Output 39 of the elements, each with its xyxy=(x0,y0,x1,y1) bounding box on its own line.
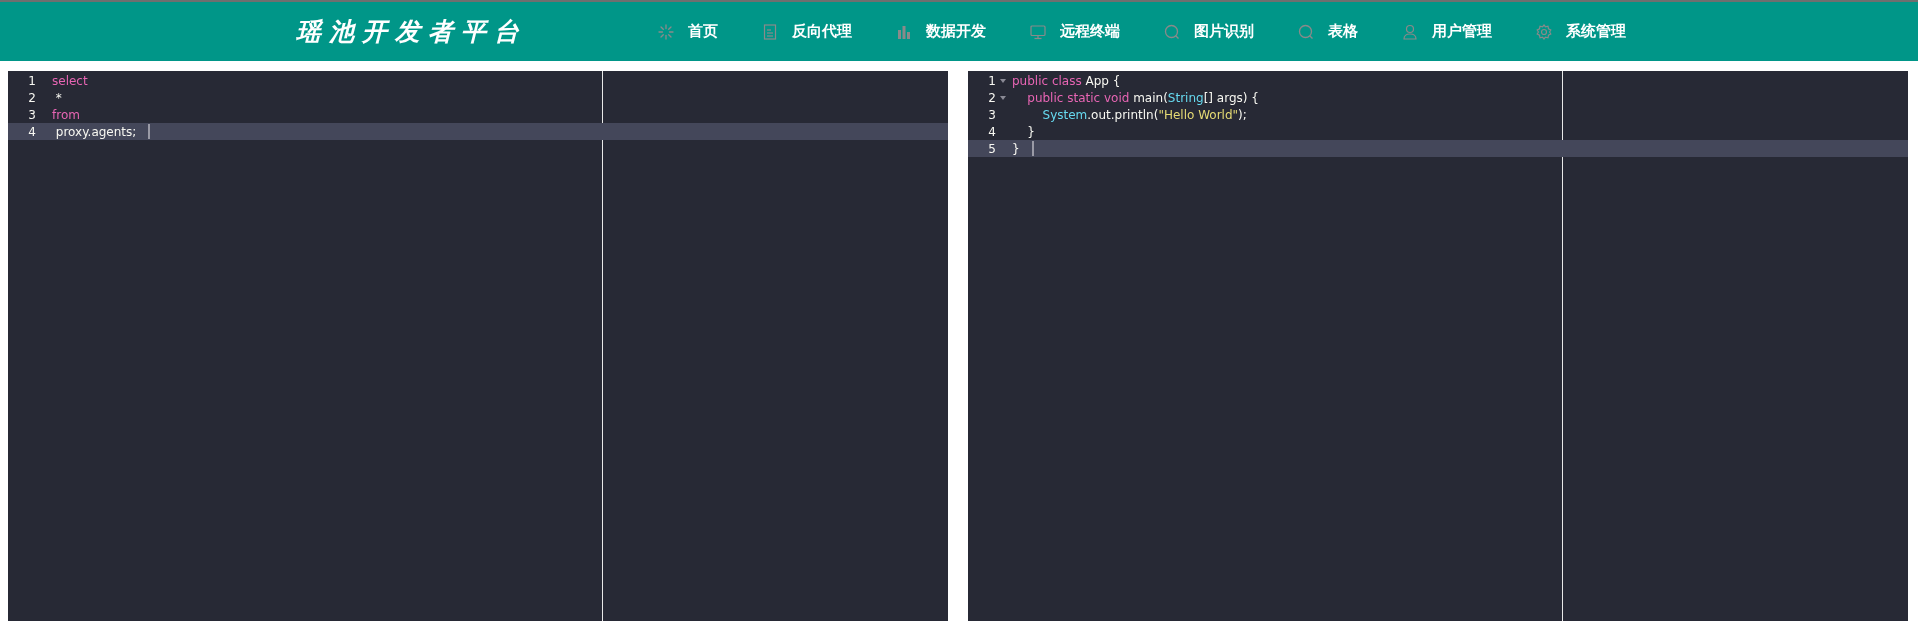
monitor-icon xyxy=(1030,23,1046,40)
site-title: 瑶池开发者平台 xyxy=(296,16,528,48)
code-editor[interactable]: 1 select 2 * 3 from 4 proxy.agents; xyxy=(8,71,948,621)
nav-link[interactable]: 表格 xyxy=(1298,22,1358,41)
line-number: 5 xyxy=(988,141,996,156)
code-line: System.out.println("Hello World"); xyxy=(1041,107,1247,122)
nav-link[interactable]: 用户管理 xyxy=(1402,22,1492,41)
code-line: public class App { xyxy=(1012,73,1121,88)
line-number: 1 xyxy=(988,73,996,88)
nav-link[interactable]: 反向代理 xyxy=(762,22,852,41)
line-number: 3 xyxy=(28,107,36,122)
code-editor[interactable]: 1 public class App { 2 public static void main(String[] args) { 3 System.out.println("Hello World"); 4 } 5 } xyxy=(968,71,1908,621)
nav-link[interactable]: 系统管理 xyxy=(1536,22,1626,41)
code-line: public static void main(String[] args) { xyxy=(1026,90,1259,105)
nav-link[interactable]: 图片识别 xyxy=(1164,22,1254,41)
code-line: select xyxy=(52,73,88,88)
code-line: from xyxy=(52,107,80,122)
bar-chart-icon xyxy=(896,23,912,40)
line-number: 2 xyxy=(28,90,36,105)
nav-link[interactable]: 远程终端 xyxy=(1030,22,1120,41)
fold-caret-icon[interactable] xyxy=(1000,95,1006,100)
search-icon xyxy=(1298,23,1314,40)
line-number: 1 xyxy=(28,73,36,88)
nav-link[interactable]: 首页 xyxy=(658,22,718,41)
line-number: 2 xyxy=(988,90,996,105)
document-icon xyxy=(762,23,778,40)
user-icon xyxy=(1402,23,1418,40)
spinner-icon xyxy=(658,23,674,40)
fold-caret-icon[interactable] xyxy=(1000,78,1006,83)
search-icon xyxy=(1164,23,1180,40)
code-line: } xyxy=(1012,141,1020,156)
line-number: 4 xyxy=(28,124,36,139)
settings-icon xyxy=(1536,23,1552,40)
code-line: proxy.agents; xyxy=(54,124,137,139)
line-number: 4 xyxy=(988,124,996,139)
line-number: 3 xyxy=(988,107,996,122)
code-line: } xyxy=(1026,124,1035,139)
code-line: * xyxy=(54,90,62,105)
nav-link[interactable]: 数据开发 xyxy=(896,22,986,41)
